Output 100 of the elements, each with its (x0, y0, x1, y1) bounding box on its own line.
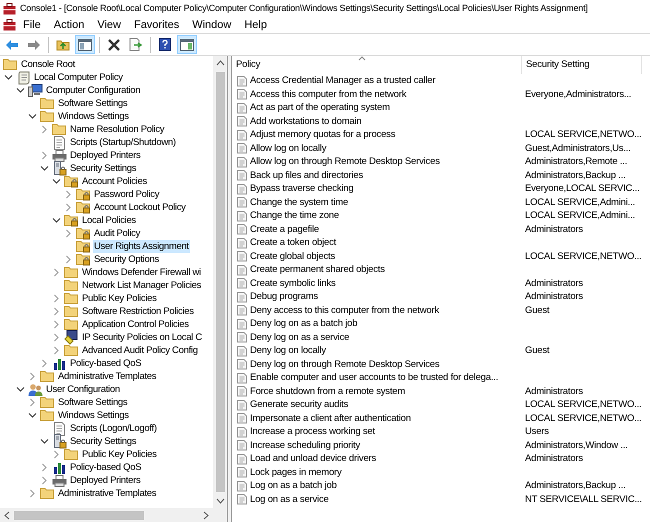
expand-chevron-icon[interactable] (40, 151, 49, 160)
tree-item[interactable]: Application Control Policies (81, 318, 190, 331)
scrollbar-thumb[interactable] (216, 72, 224, 492)
policy-name[interactable]: Increase scheduling priority (250, 438, 360, 452)
menu-item[interactable]: Action (48, 18, 90, 32)
expand-chevron-icon[interactable] (40, 476, 49, 485)
expand-chevron-icon[interactable] (28, 398, 37, 407)
policy-name[interactable]: Allow log on locally (250, 142, 326, 155)
expand-chevron-icon[interactable] (40, 359, 49, 368)
expand-chevron-icon[interactable] (52, 333, 61, 342)
collapse-chevron-icon[interactable] (4, 73, 13, 82)
policy-name[interactable]: Create symbolic links (250, 276, 336, 290)
menu-item[interactable]: Window (186, 18, 238, 32)
expand-chevron-icon[interactable] (52, 307, 61, 316)
policy-name[interactable]: Change the time zone (250, 209, 339, 222)
tree-item[interactable]: Policy-based QoS (69, 461, 142, 474)
policy-name[interactable]: Log on as a batch job (250, 479, 337, 492)
tree-item[interactable]: Windows Settings (57, 409, 130, 422)
tree-item[interactable]: Software Settings (57, 396, 128, 409)
policy-name[interactable]: Back up files and directories (250, 168, 364, 182)
policy-name[interactable]: Access Credential Manager as a trusted caller (250, 74, 436, 88)
collapse-chevron-icon[interactable] (40, 164, 49, 173)
expand-chevron-icon[interactable] (28, 372, 37, 381)
policy-name[interactable]: Access this computer from the network (250, 88, 406, 101)
collapse-chevron-icon[interactable] (40, 437, 49, 446)
vertical-scrollbar[interactable] (213, 56, 227, 508)
tree-item[interactable]: Administrative Templates (57, 370, 158, 383)
tree-item[interactable]: Windows Settings (57, 110, 130, 123)
policy-name[interactable]: Deny log on as a service (250, 330, 350, 344)
tree-item[interactable]: Deployed Printers (69, 474, 142, 487)
expand-chevron-icon[interactable] (64, 203, 73, 212)
policy-name[interactable]: Deny log on as a batch job (250, 317, 358, 330)
collapse-chevron-icon[interactable] (16, 86, 25, 95)
policy-name[interactable]: Add workstations to domain (250, 114, 362, 128)
tree-item[interactable]: Computer Configuration (45, 84, 142, 97)
policy-name[interactable]: Adjust memory quotas for a process (250, 128, 396, 142)
tree-item[interactable]: Scripts (Logon/Logoff) (69, 422, 158, 435)
policy-name[interactable]: Lock pages in memory (250, 466, 342, 479)
policy-name[interactable]: Allow log on through Remote Desktop Services (250, 155, 440, 168)
tree-item[interactable]: Software Restriction Policies (81, 305, 195, 318)
tree-item[interactable]: Deployed Printers (69, 149, 142, 162)
policy-name[interactable]: Act as part of the operating system (250, 101, 390, 114)
policy-name[interactable]: Force shutdown from a remote system (250, 384, 406, 398)
tree-item[interactable]: Public Key Policies (81, 448, 158, 461)
column-header[interactable]: Security Setting (522, 56, 642, 74)
tree-item[interactable]: Audit Policy (93, 227, 142, 240)
expand-chevron-icon[interactable] (40, 463, 49, 472)
policy-name[interactable]: Deny log on locally (250, 344, 326, 358)
menu-item[interactable]: Help (238, 18, 273, 32)
policy-name[interactable]: Change the system time (250, 196, 348, 209)
policy-name[interactable]: Create permanent shared objects (250, 263, 385, 276)
menu-item[interactable]: Favorites (128, 18, 186, 32)
policy-name[interactable]: Deny access to this computer from the network (250, 304, 439, 317)
tree-item[interactable]: IP Security Policies on Local C (81, 331, 203, 344)
expand-chevron-icon[interactable] (40, 125, 49, 134)
tree-item[interactable]: Administrative Templates (57, 487, 158, 500)
tree-item[interactable]: Security Settings (69, 162, 138, 175)
column-header[interactable]: Policy (232, 56, 522, 74)
tree-item[interactable]: Name Resolution Policy (69, 123, 166, 136)
policy-name[interactable]: Create global objects (250, 250, 336, 263)
toolbar-button[interactable] (177, 35, 197, 54)
expand-chevron-icon[interactable] (52, 294, 61, 303)
tree-item[interactable]: User Rights Assignment (93, 240, 190, 253)
expand-chevron-icon[interactable] (52, 450, 61, 459)
tree-item[interactable]: Public Key Policies (81, 292, 158, 305)
tree-item[interactable]: Security Settings (69, 435, 138, 448)
tree-item[interactable]: Scripts (Startup/Shutdown) (69, 136, 177, 149)
menu-item[interactable]: File (17, 18, 47, 32)
tree-item[interactable]: Security Options (93, 253, 160, 266)
collapse-chevron-icon[interactable] (28, 411, 37, 420)
expand-chevron-icon[interactable] (64, 229, 73, 238)
horizontal-scrollbar[interactable] (0, 508, 227, 522)
expand-chevron-icon[interactable] (28, 489, 37, 498)
collapse-chevron-icon[interactable] (52, 177, 61, 186)
policy-name[interactable]: Debug programs (250, 290, 318, 304)
tree-item[interactable]: Password Policy (93, 188, 160, 201)
expand-chevron-icon[interactable] (52, 268, 61, 277)
tree-item[interactable]: Software Settings (57, 97, 128, 110)
policy-name[interactable]: Create a pagefile (250, 222, 319, 236)
toolbar-button[interactable] (75, 35, 95, 54)
expand-chevron-icon[interactable] (52, 346, 61, 355)
expand-chevron-icon[interactable] (52, 320, 61, 329)
tree-item[interactable]: Account Lockout Policy (93, 201, 187, 214)
expand-chevron-icon[interactable] (64, 255, 73, 264)
tree-item[interactable]: Account Policies (81, 175, 148, 188)
collapse-chevron-icon[interactable] (28, 112, 37, 121)
policy-name[interactable]: Impersonate a client after authentication (250, 412, 411, 425)
collapse-chevron-icon[interactable] (16, 385, 25, 394)
tree-item[interactable]: Console Root (20, 58, 76, 71)
menu-item[interactable]: View (91, 18, 127, 32)
expand-chevron-icon[interactable] (64, 190, 73, 199)
tree-item[interactable]: Network List Manager Policies (81, 279, 202, 292)
policy-name[interactable]: Create a token object (250, 236, 336, 250)
policy-name[interactable]: Log on as a service (250, 492, 329, 506)
collapse-chevron-icon[interactable] (52, 216, 61, 225)
tree-item[interactable]: Policy-based QoS (69, 357, 142, 370)
tree-item[interactable]: User Configuration (45, 383, 121, 396)
policy-name[interactable]: Deny log on through Remote Desktop Services (250, 358, 440, 371)
tree-item[interactable]: Local Policies (81, 214, 137, 227)
scrollbar-thumb[interactable] (14, 510, 144, 520)
